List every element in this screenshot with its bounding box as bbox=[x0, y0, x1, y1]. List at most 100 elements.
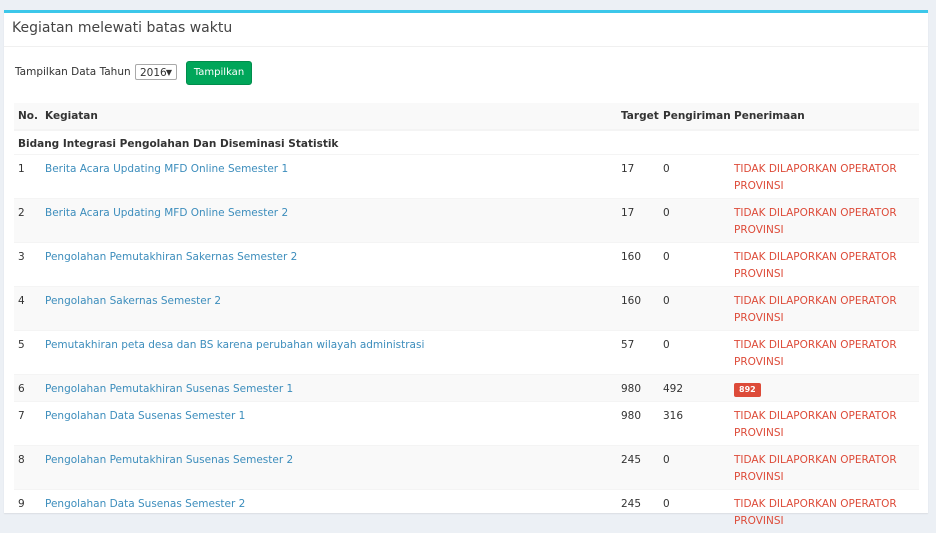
year-select[interactable]: 2016 ▼ bbox=[135, 64, 177, 80]
cell-kegiatan: Pengolahan Data Susenas Semester 2 bbox=[41, 490, 617, 533]
cell-kegiatan-text[interactable]: Pengolahan Sakernas Semester 2 bbox=[45, 295, 221, 307]
cell-pengiriman-text: 492 bbox=[663, 383, 683, 395]
cell-pengiriman: 316 bbox=[659, 402, 730, 446]
cell-no-text: 7 bbox=[18, 410, 25, 422]
cell-penerimaan: 892 bbox=[730, 375, 919, 402]
cell-penerimaan: TIDAK DILAPORKAN OPERATOR PROVINSI bbox=[730, 331, 919, 375]
column-header-no: No. bbox=[14, 103, 41, 130]
cell-no-text: 2 bbox=[18, 207, 25, 219]
cell-pengiriman-text: 0 bbox=[663, 163, 670, 175]
overdue-activities-box: Kegiatan melewati batas waktu Tampilkan … bbox=[4, 10, 928, 513]
box-header: Kegiatan melewati batas waktu bbox=[4, 13, 928, 47]
column-header-kegiatan[interactable]: Kegiatan bbox=[41, 103, 617, 130]
cell-target: 980 bbox=[617, 375, 659, 402]
cell-kegiatan-text[interactable]: Pengolahan Data Susenas Semester 1 bbox=[45, 410, 245, 422]
year-filter-label: Tampilkan Data Tahun : bbox=[15, 66, 138, 78]
table-row: 6 Pengolahan Pemutakhiran Susenas Semeste… bbox=[14, 375, 919, 402]
cell-no: 2 bbox=[14, 199, 41, 243]
chevron-down-icon: ▼ bbox=[166, 65, 172, 81]
cell-no: 3 bbox=[14, 243, 41, 287]
table-row: 8 Pengolahan Pemutakhiran Susenas Semeste… bbox=[14, 446, 919, 490]
cell-no: 6 bbox=[14, 375, 41, 402]
table-row: 9 Pengolahan Data Susenas Semester 2 245 0 T… bbox=[14, 490, 919, 533]
status-badge: 892 bbox=[734, 383, 761, 397]
cell-kegiatan-text[interactable]: Pengolahan Data Susenas Semester 2 bbox=[45, 498, 245, 510]
cell-kegiatan-text[interactable]: Pengolahan Pemutakhiran Sakernas Semeste… bbox=[45, 251, 297, 263]
cell-pengiriman-text: 0 bbox=[663, 498, 670, 510]
cell-no: 8 bbox=[14, 446, 41, 490]
cell-penerimaan: TIDAK DILAPORKAN OPERATOR PROVINSI bbox=[730, 155, 919, 199]
cell-target-text: 160 bbox=[621, 251, 641, 263]
group-row: Bidang Integrasi Pengolahan Dan Disemina… bbox=[14, 130, 919, 155]
cell-kegiatan-text[interactable]: Pemutakhiran peta desa dan BS karena per… bbox=[45, 339, 424, 351]
show-button[interactable]: Tampilkan bbox=[186, 61, 252, 85]
cell-target-text: 160 bbox=[621, 295, 641, 307]
table-row: 4 Pengolahan Sakernas Semester 2 160 0TIDAK… bbox=[14, 287, 919, 331]
cell-pengiriman-text: 316 bbox=[663, 410, 683, 422]
status-text: TIDAK DILAPORKAN OPERATOR PROVINSI bbox=[734, 207, 897, 236]
cell-target: 245 bbox=[617, 446, 659, 490]
cell-kegiatan: Berita Acara Updating MFD Online Semeste… bbox=[41, 199, 617, 243]
activities-table: No. Kegiatan Target Pengiriman Penerimaa… bbox=[14, 103, 919, 533]
status-text: TIDAK DILAPORKAN OPERATOR PROVINSI bbox=[734, 410, 897, 439]
cell-kegiatan: Pengolahan Data Susenas Semester 1 bbox=[41, 402, 617, 446]
status-text: TIDAK DILAPORKAN OPERATOR PROVINSI bbox=[734, 163, 897, 192]
cell-kegiatan: Pengolahan Pemutakhiran Susenas Semester… bbox=[41, 446, 617, 490]
cell-kegiatan-text[interactable]: Berita Acara Updating MFD Online Semeste… bbox=[45, 163, 288, 175]
cell-target-text: 245 bbox=[621, 498, 641, 510]
cell-pengiriman: 0 bbox=[659, 199, 730, 243]
cell-pengiriman-text: 0 bbox=[663, 339, 670, 351]
year-select-value: 2016 bbox=[140, 67, 167, 79]
cell-kegiatan-text[interactable]: Berita Acara Updating MFD Online Semeste… bbox=[45, 207, 288, 219]
cell-no: 4 bbox=[14, 287, 41, 331]
cell-target-text: 17 bbox=[621, 163, 634, 175]
status-text: TIDAK DILAPORKAN OPERATOR PROVINSI bbox=[734, 251, 897, 280]
cell-pengiriman-text: 0 bbox=[663, 251, 670, 263]
status-text: TIDAK DILAPORKAN OPERATOR PROVINSI bbox=[734, 498, 897, 527]
cell-target-text: 57 bbox=[621, 339, 634, 351]
cell-target: 160 bbox=[617, 243, 659, 287]
cell-kegiatan-text[interactable]: Pengolahan Pemutakhiran Susenas Semester… bbox=[45, 454, 293, 466]
group-label: Bidang Integrasi Pengolahan Dan Disemina… bbox=[14, 130, 919, 155]
cell-no-text: 9 bbox=[18, 498, 25, 510]
cell-pengiriman: 0 bbox=[659, 446, 730, 490]
cell-pengiriman: 0 bbox=[659, 243, 730, 287]
cell-kegiatan: Pemutakhiran peta desa dan BS karena per… bbox=[41, 331, 617, 375]
cell-penerimaan: TIDAK DILAPORKAN OPERATOR PROVINSI bbox=[730, 243, 919, 287]
cell-kegiatan: Pengolahan Pemutakhiran Susenas Semester… bbox=[41, 375, 617, 402]
cell-target-text: 980 bbox=[621, 383, 641, 395]
cell-pengiriman: 0 bbox=[659, 490, 730, 533]
cell-penerimaan: TIDAK DILAPORKAN OPERATOR PROVINSI bbox=[730, 446, 919, 490]
table-header-row: No. Kegiatan Target Pengiriman Penerimaa… bbox=[14, 103, 919, 130]
status-text: TIDAK DILAPORKAN OPERATOR PROVINSI bbox=[734, 295, 897, 324]
column-header-penerimaan[interactable]: Penerimaan bbox=[730, 103, 919, 130]
cell-target: 17 bbox=[617, 155, 659, 199]
cell-target: 57 bbox=[617, 331, 659, 375]
cell-penerimaan: TIDAK DILAPORKAN OPERATOR PROVINSI bbox=[730, 490, 919, 533]
cell-no: 9 bbox=[14, 490, 41, 533]
cell-kegiatan-text[interactable]: Pengolahan Pemutakhiran Susenas Semester… bbox=[45, 383, 293, 395]
cell-pengiriman-text: 0 bbox=[663, 207, 670, 219]
status-text: TIDAK DILAPORKAN OPERATOR PROVINSI bbox=[734, 339, 897, 368]
column-header-target[interactable]: Target bbox=[617, 103, 659, 130]
table-row: 1 Berita Acara Updating MFD Online Semest… bbox=[14, 155, 919, 199]
cell-no-text: 6 bbox=[18, 383, 25, 395]
cell-kegiatan: Pengolahan Pemutakhiran Sakernas Semeste… bbox=[41, 243, 617, 287]
cell-penerimaan: TIDAK DILAPORKAN OPERATOR PROVINSI bbox=[730, 199, 919, 243]
status-text: TIDAK DILAPORKAN OPERATOR PROVINSI bbox=[734, 454, 897, 483]
column-header-pengiriman[interactable]: Pengiriman bbox=[659, 103, 730, 130]
table-row: 7Pengolahan Data Susenas Semester 198031… bbox=[14, 402, 919, 446]
cell-no-text: 3 bbox=[18, 251, 25, 263]
cell-target: 160 bbox=[617, 287, 659, 331]
cell-kegiatan: Pengolahan Sakernas Semester 2 bbox=[41, 287, 617, 331]
cell-pengiriman: 0 bbox=[659, 287, 730, 331]
page-title: Kegiatan melewati batas waktu bbox=[12, 20, 232, 36]
cell-pengiriman: 492 bbox=[659, 375, 730, 402]
cell-target: 245 bbox=[617, 490, 659, 533]
cell-target-text: 17 bbox=[621, 207, 634, 219]
cell-target-text: 245 bbox=[621, 454, 641, 466]
cell-penerimaan: TIDAK DILAPORKAN OPERATOR PROVINSI bbox=[730, 287, 919, 331]
cell-no-text: 8 bbox=[18, 454, 25, 466]
table-row: 5Pemutakhiran peta desa dan BS karena pe… bbox=[14, 331, 919, 375]
cell-no: 1 bbox=[14, 155, 41, 199]
